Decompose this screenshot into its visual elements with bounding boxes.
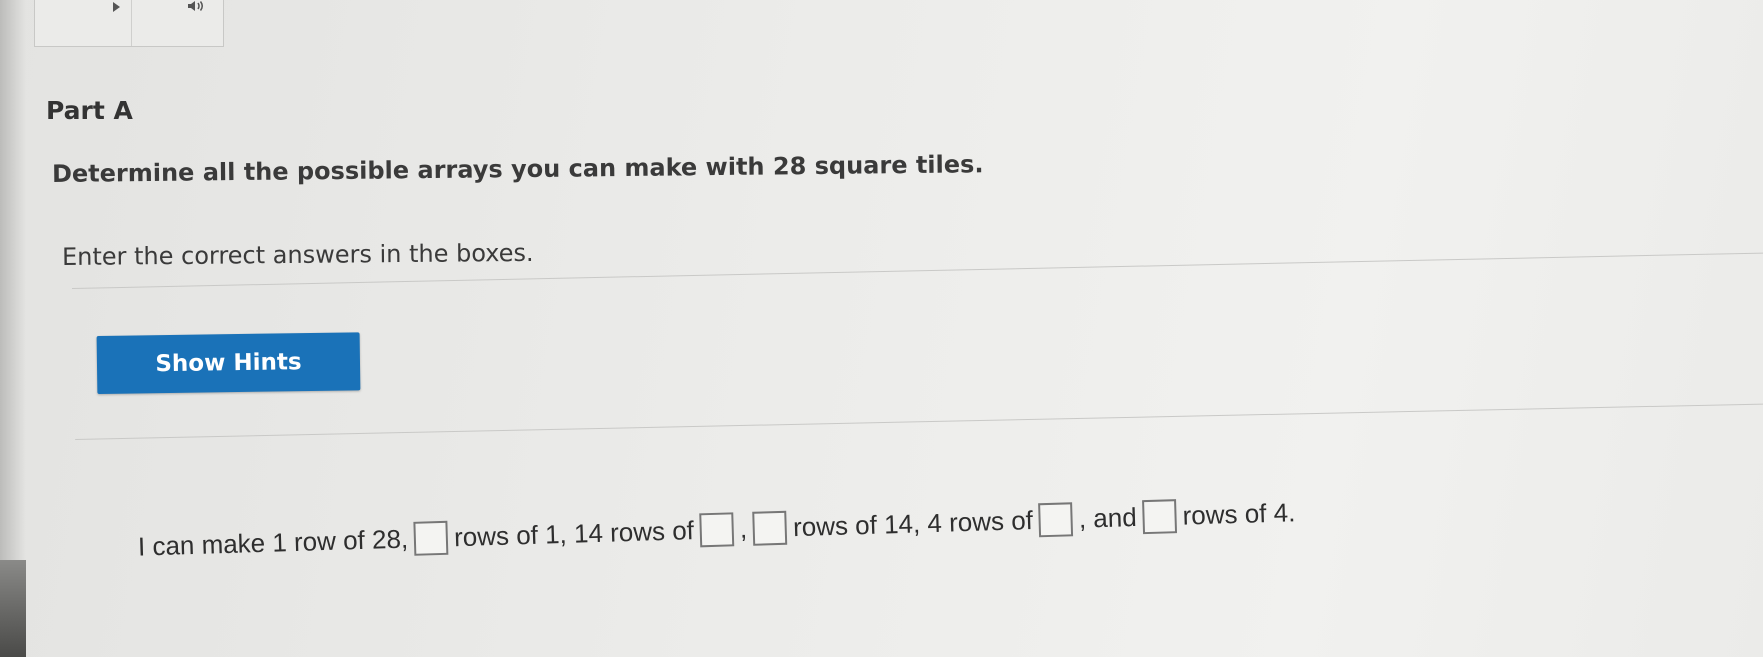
toolbar-divider [131, 0, 132, 46]
sentence-text: rows of 1, 14 rows of [453, 515, 695, 553]
show-hints-button[interactable]: Show Hints [96, 332, 361, 394]
sentence-text: I can make 1 row of 28, [137, 523, 409, 562]
answer-sentence: I can make 1 row of 28, rows of 1, 14 row… [137, 496, 1296, 564]
question-instruction: Enter the correct answers in the boxes. [61, 238, 534, 271]
answer-box-3[interactable] [752, 510, 788, 546]
screen-edge-shadow [0, 0, 26, 657]
answer-box-5[interactable] [1142, 499, 1178, 535]
sentence-text: rows of 14, 4 rows of [792, 505, 1034, 543]
screen-edge-dark [0, 560, 26, 657]
speaker-icon[interactable] [187, 0, 205, 12]
sentence-text: rows of 4. [1182, 497, 1296, 531]
audio-toolbar [34, 0, 224, 47]
part-title: Part A [46, 96, 133, 125]
sentence-text: , and [1078, 501, 1138, 534]
question-page: Part A Determine all the possible arrays… [0, 0, 1763, 657]
play-icon[interactable] [113, 2, 120, 12]
answer-box-4[interactable] [1038, 502, 1074, 538]
question-prompt: Determine all the possible arrays you ca… [51, 150, 984, 188]
sentence-text: , [739, 513, 748, 544]
answer-box-2[interactable] [699, 512, 735, 548]
answer-box-1[interactable] [413, 520, 449, 556]
